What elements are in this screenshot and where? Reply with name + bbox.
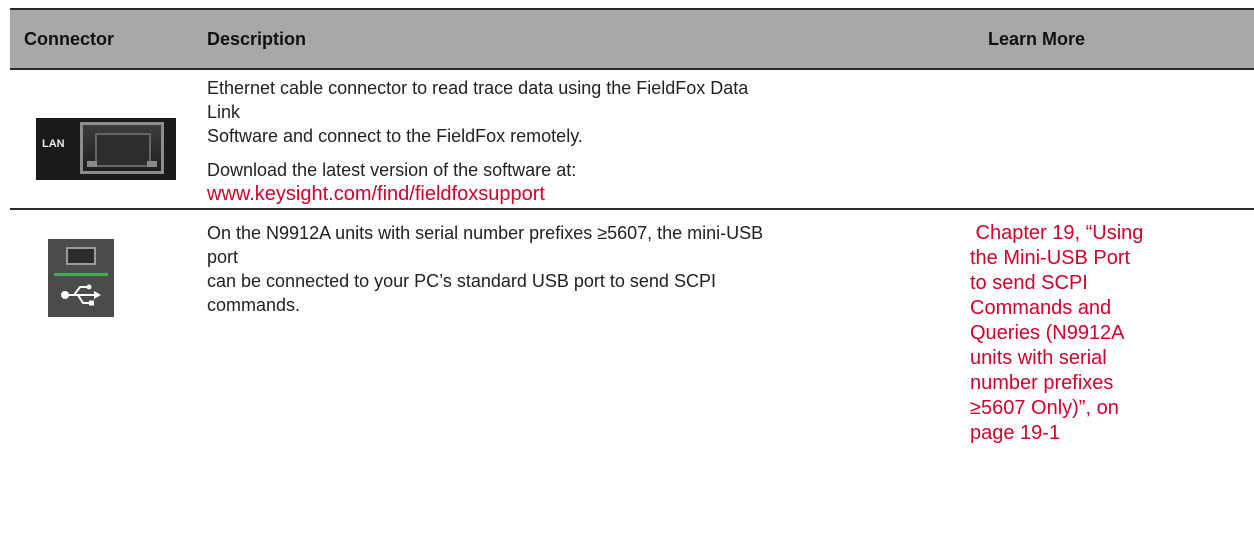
learn-more-line: page 19-1 bbox=[970, 422, 1061, 444]
description-line: Software and connect to the FieldFox rem… bbox=[207, 126, 583, 146]
description-line: can be connected to your PC’s standard U… bbox=[207, 271, 716, 315]
download-text: Download the latest version of the softw… bbox=[207, 160, 577, 180]
learn-more-line: Commands and bbox=[970, 297, 1112, 319]
learn-more-line: number prefixes bbox=[970, 372, 1114, 394]
learn-more-line: Queries (N9912A bbox=[970, 322, 1125, 344]
chapter-19-link[interactable]: Chapter 19, “Using the Mini-USB Port to … bbox=[970, 221, 1254, 446]
table-row-lan: LAN Ethernet cable connector to read tra… bbox=[10, 70, 1254, 210]
usb-description: On the N9912A units with serial number p… bbox=[207, 221, 777, 317]
connector-table: Connector Description Learn More LAN Eth… bbox=[10, 8, 1254, 548]
table-header: Connector Description Learn More bbox=[10, 8, 1254, 70]
fieldfox-support-link[interactable]: www.keysight.com/find/fieldfoxsupport bbox=[207, 182, 777, 206]
lan-description: Ethernet cable connector to read trace d… bbox=[207, 76, 777, 206]
header-learn-more: Learn More bbox=[988, 29, 1086, 49]
description-line: On the N9912A units with serial number p… bbox=[207, 223, 764, 267]
usb-connector-icon bbox=[48, 239, 114, 317]
lan-label: LAN bbox=[42, 138, 65, 150]
learn-more-line: Chapter 19, “Using bbox=[970, 222, 1144, 244]
usb-symbol-icon bbox=[61, 284, 101, 306]
lan-connector-icon: LAN bbox=[36, 118, 176, 180]
description-line: Ethernet cable connector to read trace d… bbox=[207, 78, 749, 122]
header-connector: Connector bbox=[24, 29, 114, 49]
table-row-usb: On the N9912A units with serial number p… bbox=[10, 210, 1254, 548]
learn-more-line: ≥5607 Only)”, on bbox=[970, 397, 1119, 419]
header-description: Description bbox=[207, 29, 307, 49]
learn-more-line: units with serial bbox=[970, 347, 1107, 369]
lan-port-graphic bbox=[80, 122, 164, 174]
learn-more-line: the Mini-USB Port bbox=[970, 247, 1131, 269]
learn-more-line: to send SCPI bbox=[970, 272, 1088, 294]
